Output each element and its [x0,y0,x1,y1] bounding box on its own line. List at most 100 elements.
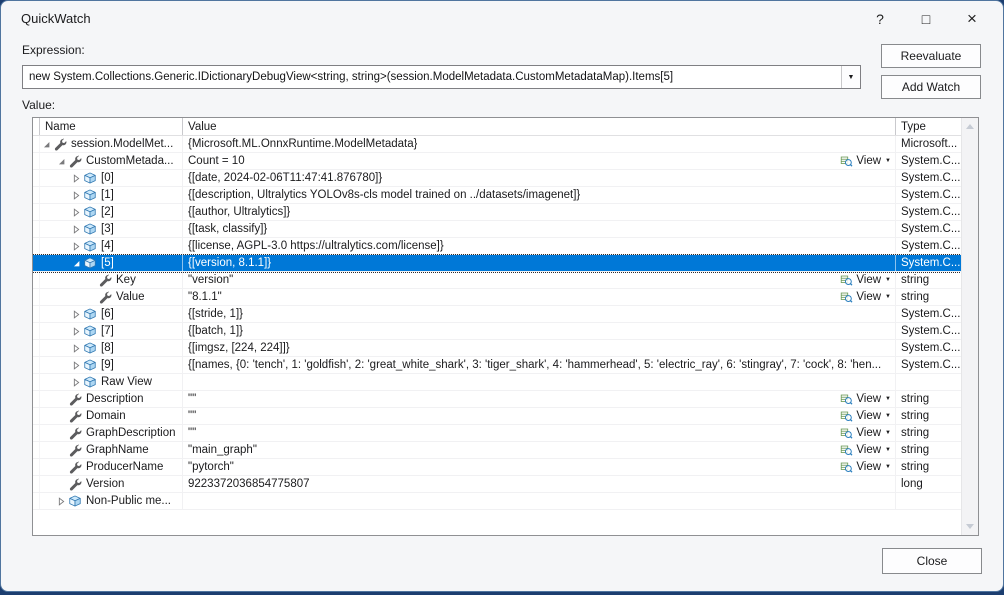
close-button[interactable]: Close [882,548,982,574]
row-value: "main_graph" [188,444,257,456]
expander-icon[interactable] [85,289,97,305]
property-wrench-icon [67,410,83,423]
row-indent [40,382,70,383]
help-icon[interactable]: ? [857,1,903,37]
row-gutter [33,187,40,203]
column-header-value[interactable]: Value [183,118,896,135]
view-dropdown[interactable]: View ▼ [840,155,891,168]
scroll-up-icon[interactable] [966,124,974,129]
table-row[interactable]: CustomMetada... Count = 10 View ▼ System… [33,153,961,170]
expander-icon[interactable] [70,170,82,186]
scroll-down-icon[interactable] [966,524,974,529]
expander-icon[interactable] [70,187,82,203]
row-type: System.C... [901,172,960,184]
table-row[interactable]: Description "" View ▼ string [33,391,961,408]
expander-icon[interactable] [55,153,67,169]
table-row[interactable]: GraphDescription "" View ▼ string [33,425,961,442]
expression-value[interactable]: new System.Collections.Generic.IDictiona… [23,66,841,88]
row-type-cell [896,374,961,390]
table-row[interactable]: [7] {[batch, 1]} System.C... [33,323,961,340]
row-name-cell: Non-Public me... [33,493,183,509]
table-row[interactable]: GraphName "main_graph" View ▼ string [33,442,961,459]
expander-icon[interactable] [70,204,82,220]
combo-dropdown-icon[interactable]: ▼ [841,66,860,88]
row-name: Description [86,393,144,405]
expander-icon[interactable] [85,272,97,288]
expander-icon[interactable] [55,391,67,407]
expander-icon[interactable] [70,323,82,339]
column-header-name[interactable]: Name [40,118,183,135]
row-name-cell: [2] [33,204,183,220]
expander-icon[interactable] [55,408,67,424]
expander-icon[interactable] [70,238,82,254]
table-row[interactable]: [0] {[date, 2024-02-06T11:47:41.876780]}… [33,170,961,187]
row-name: Raw View [101,376,152,388]
expander-icon[interactable] [70,340,82,356]
expander-icon[interactable] [70,221,82,237]
table-row[interactable]: Raw View [33,374,961,391]
row-gutter [33,425,40,441]
table-row[interactable]: Domain "" View ▼ string [33,408,961,425]
row-type-cell: long [896,476,961,492]
row-value-cell: "" View ▼ [183,391,896,407]
table-row[interactable]: [1] {[description, Ultralytics YOLOv8s-c… [33,187,961,204]
maximize-icon[interactable]: □ [903,1,949,37]
table-row[interactable]: [6] {[stride, 1]} System.C... [33,306,961,323]
view-dropdown[interactable]: View ▼ [840,410,891,423]
expander-icon[interactable] [55,459,67,475]
row-gutter [33,391,40,407]
row-gutter [33,255,40,271]
table-row[interactable]: [5] {[version, 8.1.1]} System.C... [33,255,961,272]
expression-combobox[interactable]: new System.Collections.Generic.IDictiona… [22,65,861,89]
row-name-cell: CustomMetada... [33,153,183,169]
row-name: [2] [101,206,114,218]
close-icon[interactable]: × [949,1,995,37]
expander-icon[interactable] [70,306,82,322]
row-value: "version" [188,274,233,286]
row-type-cell: System.C... [896,306,961,322]
view-dropdown[interactable]: View ▼ [840,461,891,474]
row-gutter [33,408,40,424]
table-row[interactable]: session.ModelMet... {Microsoft.ML.OnnxRu… [33,136,961,153]
row-name: [3] [101,223,114,235]
expander-icon[interactable] [55,493,67,509]
view-dropdown[interactable]: View ▼ [840,444,891,457]
table-row[interactable]: [4] {[license, AGPL-3.0 https://ultralyt… [33,238,961,255]
view-caret-icon: ▼ [885,447,891,453]
view-label: View [856,291,881,303]
add-watch-button[interactable]: Add Watch [881,75,981,99]
row-value-cell: "" View ▼ [183,425,896,441]
row-name-cell: Domain [33,408,183,424]
row-name-cell: [1] [33,187,183,203]
expander-icon[interactable] [55,476,67,492]
expander-icon[interactable] [55,442,67,458]
table-row[interactable]: Value "8.1.1" View ▼ string [33,289,961,306]
view-dropdown[interactable]: View ▼ [840,393,891,406]
table-row[interactable]: [9] {[names, {0: 'tench', 1: 'goldfish',… [33,357,961,374]
table-row[interactable]: Non-Public me... [33,493,961,510]
column-header-type[interactable]: Type [896,118,961,135]
expander-icon[interactable] [55,425,67,441]
table-row[interactable]: Key "version" View ▼ string [33,272,961,289]
vertical-scrollbar[interactable] [961,118,978,535]
title-bar[interactable]: QuickWatch ? □ × [1,1,1003,37]
row-value-cell: {[task, classify]} [183,221,896,237]
view-dropdown[interactable]: View ▼ [840,274,891,287]
table-row[interactable]: [2] {[author, Ultralytics]} System.C... [33,204,961,221]
expander-icon[interactable] [40,136,52,152]
reevaluate-button[interactable]: Reevaluate [881,44,981,68]
table-row[interactable]: Version 9223372036854775807 long [33,476,961,493]
row-indent [40,484,55,485]
table-row[interactable]: [3] {[task, classify]} System.C... [33,221,961,238]
property-wrench-icon [67,155,83,168]
view-dropdown[interactable]: View ▼ [840,427,891,440]
row-value: {[license, AGPL-3.0 https://ultralytics.… [188,240,444,252]
view-dropdown[interactable]: View ▼ [840,291,891,304]
expander-icon[interactable] [70,255,82,271]
row-value: Count = 10 [188,155,245,167]
table-row[interactable]: ProducerName "pytorch" View ▼ string [33,459,961,476]
expander-icon[interactable] [70,374,82,390]
expander-icon[interactable] [70,357,82,373]
table-row[interactable]: [8] {[imgsz, [224, 224]]} System.C... [33,340,961,357]
row-name: Version [86,478,124,490]
